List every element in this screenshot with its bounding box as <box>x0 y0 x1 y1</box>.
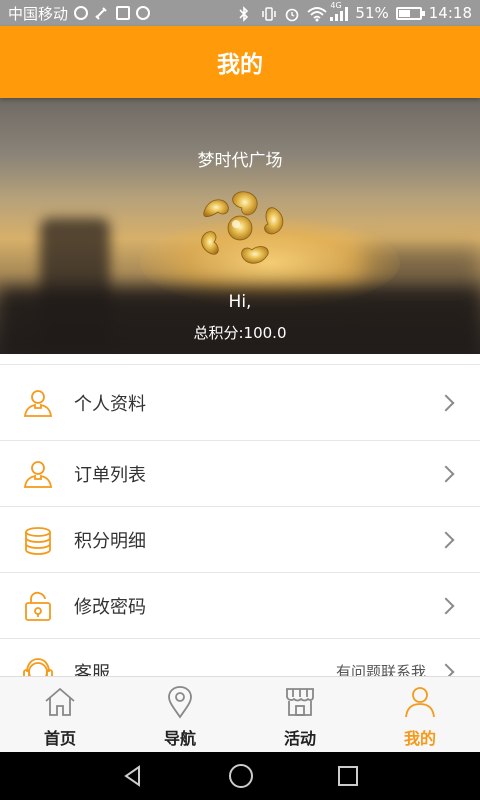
profile-banner: 梦时代广场 Hi, 总积分:100.0 <box>0 98 480 354</box>
menu-item-orders[interactable]: 订单列表 <box>0 441 480 507</box>
tab-label: 活动 <box>283 729 316 748</box>
lock-icon <box>22 590 54 622</box>
tab-mine[interactable]: 我的 <box>360 677 480 752</box>
clock: 14:18 <box>428 4 472 22</box>
carrier-label: 中国移动 <box>8 4 69 23</box>
app-icon <box>136 6 151 20</box>
battery-icon <box>395 6 425 20</box>
order-person-icon <box>22 458 54 490</box>
image-icon <box>116 6 131 20</box>
chevron-right-icon <box>437 394 455 411</box>
app-header: 我的 <box>0 26 480 98</box>
mall-name: 梦时代广场 <box>197 151 283 171</box>
vibrate-icon <box>261 6 277 21</box>
greeting: Hi, <box>228 292 252 312</box>
system-nav-bar <box>0 752 480 800</box>
menu-item-label: 订单列表 <box>74 464 146 486</box>
tab-navigation[interactable]: 导航 <box>120 677 240 752</box>
chevron-right-icon <box>437 465 455 482</box>
menu-item-points-detail[interactable]: 积分明细 <box>0 507 480 573</box>
tab-label: 首页 <box>43 729 76 748</box>
recents-icon[interactable] <box>337 765 359 787</box>
battery-percent: 51% <box>355 4 389 22</box>
chevron-right-icon <box>437 531 455 548</box>
store-icon <box>286 688 314 716</box>
wifi-icon <box>307 6 328 22</box>
home-button-icon[interactable] <box>228 763 254 789</box>
tab-home[interactable]: 首页 <box>0 677 120 752</box>
user-icon <box>405 687 435 718</box>
location-pin-icon <box>168 686 192 719</box>
back-icon[interactable] <box>121 764 145 788</box>
notification-icon <box>74 6 89 20</box>
bluetooth-icon <box>238 6 254 22</box>
battery-fill <box>398 9 410 17</box>
alarm-icon <box>284 6 300 22</box>
person-icon <box>22 387 54 419</box>
menu-item-change-password[interactable]: 修改密码 <box>0 573 480 639</box>
page-title: 我的 <box>217 52 263 78</box>
menu-list: 个人资料 订单列表 积分明细 修改密码 客服 有问题联系我 <box>0 364 480 705</box>
mall-logo-icon[interactable] <box>188 184 292 270</box>
menu-item-label: 积分明细 <box>74 530 146 552</box>
menu-item-profile[interactable]: 个人资料 <box>0 365 480 441</box>
menu-item-label: 个人资料 <box>74 393 146 415</box>
tab-label: 我的 <box>403 729 436 748</box>
signal-icon: 4G <box>330 1 349 21</box>
usb-icon <box>94 6 110 20</box>
total-points: 总积分:100.0 <box>193 324 287 342</box>
status-bar: 中国移动 4G 51% 14:18 <box>0 0 480 26</box>
menu-item-label: 修改密码 <box>74 596 146 618</box>
bottom-tab-bar: 首页 导航 活动 我的 <box>0 676 480 752</box>
coins-icon <box>22 524 54 556</box>
tab-label: 导航 <box>163 729 196 748</box>
chevron-right-icon <box>437 597 455 614</box>
network-type: 4G <box>330 1 342 10</box>
tab-activities[interactable]: 活动 <box>240 677 360 752</box>
home-icon <box>45 687 75 716</box>
